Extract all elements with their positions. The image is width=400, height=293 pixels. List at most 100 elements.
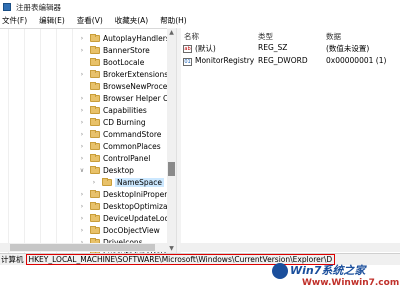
folder-icon xyxy=(90,45,100,54)
tree-item-label: Browser Helper Obj xyxy=(103,93,175,103)
chevron-right-icon[interactable]: › xyxy=(78,107,86,114)
value-name: MonitorRegistry xyxy=(195,56,255,65)
tree-item-label: BootLocale xyxy=(103,57,145,67)
tree-item-label: ControlPanel xyxy=(103,153,151,163)
tree-item[interactable]: › ControlPanel xyxy=(78,152,150,164)
tree-item[interactable]: › DesktopIniPropertyI xyxy=(78,188,175,200)
dword-value-icon: 01 xyxy=(183,58,192,66)
tree-item[interactable]: › NameSpace xyxy=(90,176,164,188)
watermark-url: Www.Winwin7.com xyxy=(302,278,400,288)
chevron-right-icon[interactable]: › xyxy=(78,95,86,102)
chevron-right-icon[interactable]: › xyxy=(78,131,86,138)
tree-item-label: CD Burning xyxy=(103,117,146,127)
tree-horizontal-scrollbar[interactable] xyxy=(0,243,167,252)
tree-item-label: AutoplayHandlers xyxy=(103,33,170,43)
chevron-right-icon[interactable]: › xyxy=(78,35,86,42)
registry-editor-icon xyxy=(3,3,11,11)
string-value-icon: ab xyxy=(183,45,192,53)
value-row[interactable]: 01 MonitorRegistry REG_DWORD 0x00000001 … xyxy=(180,56,400,68)
tree-item[interactable]: › CommonPlaces xyxy=(78,140,161,152)
chevron-down-icon[interactable]: ∨ xyxy=(78,167,86,174)
menu-help[interactable]: 帮助(H) xyxy=(154,15,193,26)
tree-vertical-scrollbar[interactable]: ▲ ▼ xyxy=(167,28,176,253)
tree-item[interactable]: › BrokerExtensions xyxy=(78,68,168,80)
menu-edit[interactable]: 编辑(E) xyxy=(33,15,71,26)
chevron-right-icon[interactable]: › xyxy=(78,203,86,210)
column-header-name[interactable]: 名称 xyxy=(184,31,199,42)
chevron-right-icon[interactable]: › xyxy=(78,155,86,162)
values-horizontal-scrollbar[interactable] xyxy=(180,243,400,252)
folder-icon xyxy=(90,165,100,174)
windows-logo-icon xyxy=(272,263,288,279)
tree-item-label: DesktopIniPropertyI xyxy=(103,189,175,199)
tree-item[interactable]: › BannerStore xyxy=(78,44,150,56)
tree-item-label: BannerStore xyxy=(103,45,150,55)
tree-item[interactable]: BrowseNewProcess xyxy=(78,80,175,92)
tree-item-label: Capabilities xyxy=(103,105,147,115)
folder-icon xyxy=(90,129,100,138)
menu-file[interactable]: 文件(F) xyxy=(0,15,33,26)
folder-icon xyxy=(90,141,100,150)
site-watermark: Win7系统之家 Www.Winwin7.com xyxy=(272,261,400,291)
menu-view[interactable]: 查看(V) xyxy=(71,15,109,26)
tree-item[interactable]: › DeviceUpdateLocati xyxy=(78,212,175,224)
tree-item-label: Desktop xyxy=(103,165,134,175)
chevron-right-icon[interactable]: › xyxy=(78,143,86,150)
folder-icon xyxy=(90,81,100,90)
chevron-right-icon[interactable]: › xyxy=(78,215,86,222)
tree-item-label: DeviceUpdateLocati xyxy=(103,213,175,223)
values-pane[interactable]: 名称 类型 数据 ab (默认) REG_SZ (数值未设置) 01 Monit… xyxy=(180,28,400,253)
tree-item[interactable]: › DocObjectView xyxy=(78,224,160,236)
tree-item[interactable]: › Browser Helper Obj xyxy=(78,92,175,104)
watermark-title: Win7系统之家 xyxy=(290,264,366,277)
chevron-right-icon[interactable]: › xyxy=(78,191,86,198)
folder-icon xyxy=(90,201,100,210)
registry-tree[interactable]: › AutoplayHandlers › BannerStore BootLocale ›… xyxy=(0,28,175,254)
value-data: 0x00000001 (1) xyxy=(326,56,387,65)
value-type: REG_SZ xyxy=(258,43,288,52)
tree-scroll-thumb[interactable] xyxy=(168,162,175,176)
chevron-right-icon[interactable]: › xyxy=(78,227,86,234)
tree-item[interactable]: › DesktopOptimizatio xyxy=(78,200,175,212)
tree-item-label: NameSpace xyxy=(115,177,164,187)
tree-item-label: BrowseNewProcess xyxy=(103,81,175,91)
chevron-right-icon[interactable]: › xyxy=(90,179,98,186)
window-title: 注册表编辑器 xyxy=(16,2,61,12)
folder-icon xyxy=(90,57,100,66)
tree-hscroll-thumb[interactable] xyxy=(10,244,155,251)
status-prefix: 计算机 xyxy=(1,255,24,264)
tree-item-label: CommandStore xyxy=(103,129,162,139)
column-header-data[interactable]: 数据 xyxy=(326,31,341,42)
tree-item[interactable]: › CommandStore xyxy=(78,128,161,140)
tree-item-label: BrokerExtensions xyxy=(103,69,169,79)
folder-icon xyxy=(90,189,100,198)
column-header-type[interactable]: 类型 xyxy=(258,31,273,42)
menu-bar: 文件(F) 编辑(E) 查看(V) 收藏夹(A) 帮助(H) xyxy=(0,14,400,27)
chevron-right-icon[interactable]: › xyxy=(78,71,86,78)
tree-item[interactable]: › AutoplayHandlers xyxy=(78,32,170,44)
tree-item[interactable]: ∨ Desktop xyxy=(78,164,134,176)
value-type: REG_DWORD xyxy=(258,56,308,65)
folder-icon xyxy=(90,69,100,78)
scroll-down-icon[interactable]: ▼ xyxy=(167,244,176,253)
folder-icon xyxy=(90,105,100,114)
tree-item[interactable]: › CD Burning xyxy=(78,116,146,128)
value-row[interactable]: ab (默认) REG_SZ (数值未设置) xyxy=(180,43,400,55)
folder-icon xyxy=(90,213,100,222)
folder-icon xyxy=(90,93,100,102)
tree-item-label: DocObjectView xyxy=(103,225,160,235)
tree-item-label: CommonPlaces xyxy=(103,141,161,151)
tree-item[interactable]: › Capabilities xyxy=(78,104,147,116)
tree-item[interactable]: BootLocale xyxy=(78,56,144,68)
value-data: (数值未设置) xyxy=(326,44,370,53)
tree-item-label: DesktopOptimizatio xyxy=(103,201,175,211)
chevron-right-icon[interactable]: › xyxy=(78,119,86,126)
folder-icon xyxy=(90,153,100,162)
folder-icon xyxy=(90,225,100,234)
value-name: (默认) xyxy=(195,44,216,53)
scroll-up-icon[interactable]: ▲ xyxy=(167,28,176,37)
chevron-right-icon[interactable]: › xyxy=(78,47,86,54)
menu-favorites[interactable]: 收藏夹(A) xyxy=(109,15,154,26)
folder-icon xyxy=(102,177,112,186)
folder-icon xyxy=(90,33,100,42)
